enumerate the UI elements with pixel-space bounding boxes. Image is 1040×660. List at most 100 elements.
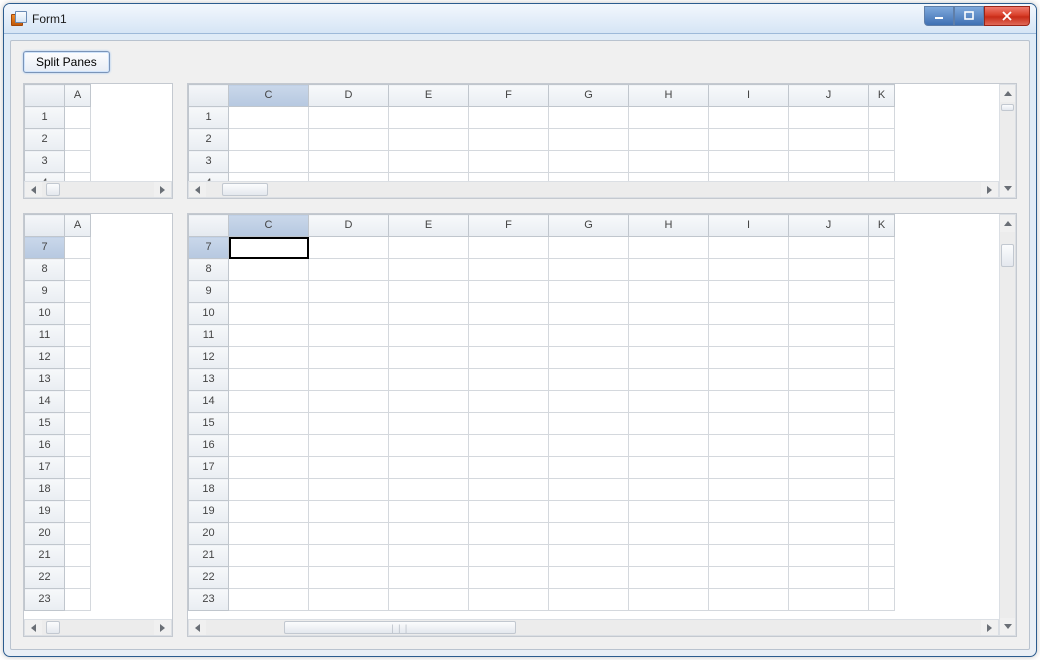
cell[interactable]: [549, 369, 629, 391]
cell[interactable]: [709, 347, 789, 369]
cell[interactable]: [549, 589, 629, 611]
cell[interactable]: [65, 129, 91, 151]
cell[interactable]: [65, 347, 91, 369]
cell[interactable]: [869, 479, 895, 501]
cell[interactable]: [65, 435, 91, 457]
cell[interactable]: [629, 303, 709, 325]
cell[interactable]: [789, 523, 869, 545]
cell[interactable]: [229, 325, 309, 347]
cell[interactable]: [869, 173, 895, 182]
row-header[interactable]: 3: [189, 151, 229, 173]
cell[interactable]: [629, 501, 709, 523]
cell[interactable]: [789, 303, 869, 325]
cell[interactable]: [709, 413, 789, 435]
row-header[interactable]: 9: [189, 281, 229, 303]
cell[interactable]: [549, 237, 629, 259]
cell[interactable]: [709, 129, 789, 151]
row-header[interactable]: 8: [189, 259, 229, 281]
scroll-h-track[interactable]: [42, 620, 154, 635]
row-header[interactable]: 12: [189, 347, 229, 369]
cell[interactable]: [709, 457, 789, 479]
cell[interactable]: [549, 391, 629, 413]
cell[interactable]: [789, 567, 869, 589]
cell[interactable]: [389, 589, 469, 611]
spreadsheet-grid[interactable]: A1234: [24, 84, 91, 181]
row-header[interactable]: 17: [25, 457, 65, 479]
cell[interactable]: [309, 567, 389, 589]
cell[interactable]: [309, 281, 389, 303]
scroll-h-thumb[interactable]: [46, 183, 59, 196]
column-header[interactable]: E: [389, 215, 469, 237]
cell[interactable]: [65, 501, 91, 523]
cell[interactable]: [469, 347, 549, 369]
cell[interactable]: [469, 589, 549, 611]
row-header[interactable]: 12: [25, 347, 65, 369]
scroll-v-thumb[interactable]: [1001, 104, 1014, 112]
cell[interactable]: [469, 501, 549, 523]
horizontal-scrollbar[interactable]: [24, 181, 172, 198]
cell[interactable]: [549, 567, 629, 589]
column-header[interactable]: K: [869, 215, 895, 237]
row-header[interactable]: 10: [25, 303, 65, 325]
cell[interactable]: [309, 413, 389, 435]
cell[interactable]: [789, 457, 869, 479]
column-header[interactable]: F: [469, 85, 549, 107]
cell[interactable]: [389, 325, 469, 347]
cell[interactable]: [229, 589, 309, 611]
cell[interactable]: [549, 259, 629, 281]
cell[interactable]: [709, 259, 789, 281]
cell[interactable]: [549, 325, 629, 347]
cell[interactable]: [229, 457, 309, 479]
cell[interactable]: [389, 501, 469, 523]
cell[interactable]: [629, 237, 709, 259]
row-header[interactable]: 7: [189, 237, 229, 259]
cell[interactable]: [309, 435, 389, 457]
cell[interactable]: [629, 523, 709, 545]
cell[interactable]: [65, 413, 91, 435]
cell[interactable]: [709, 523, 789, 545]
cell[interactable]: [309, 391, 389, 413]
row-header[interactable]: 4: [189, 173, 229, 182]
cell[interactable]: [389, 303, 469, 325]
cell[interactable]: [869, 369, 895, 391]
scroll-h-thumb[interactable]: [222, 183, 269, 196]
cell[interactable]: [229, 523, 309, 545]
cell[interactable]: [549, 545, 629, 567]
cell[interactable]: [309, 237, 389, 259]
cell[interactable]: [549, 501, 629, 523]
cell[interactable]: [65, 457, 91, 479]
cell[interactable]: [629, 173, 709, 182]
cell[interactable]: [469, 479, 549, 501]
maximize-button[interactable]: [954, 6, 984, 26]
cell[interactable]: [709, 501, 789, 523]
cell[interactable]: [629, 567, 709, 589]
cell[interactable]: [309, 523, 389, 545]
cell[interactable]: [65, 479, 91, 501]
cell[interactable]: [709, 325, 789, 347]
row-header[interactable]: 21: [25, 545, 65, 567]
cell[interactable]: [789, 413, 869, 435]
column-header[interactable]: H: [629, 215, 709, 237]
cell[interactable]: [469, 151, 549, 173]
titlebar[interactable]: Form1: [4, 4, 1036, 34]
cell[interactable]: [229, 369, 309, 391]
cell[interactable]: [389, 523, 469, 545]
cell[interactable]: [629, 107, 709, 129]
cell[interactable]: [789, 479, 869, 501]
scroll-h-track[interactable]: | | |: [206, 620, 981, 635]
spreadsheet-grid[interactable]: CDEFGHIJK1234: [188, 84, 895, 181]
cell[interactable]: [709, 173, 789, 182]
pane-bottom-right[interactable]: CDEFGHIJK7891011121314151617181920212223…: [187, 213, 1017, 637]
cell[interactable]: [629, 129, 709, 151]
cell[interactable]: [789, 151, 869, 173]
cell[interactable]: [229, 567, 309, 589]
cell[interactable]: [229, 413, 309, 435]
row-header[interactable]: 16: [25, 435, 65, 457]
cell[interactable]: [709, 391, 789, 413]
cell[interactable]: [629, 457, 709, 479]
cell[interactable]: [869, 523, 895, 545]
spreadsheet-grid[interactable]: CDEFGHIJK7891011121314151617181920212223: [188, 214, 895, 611]
cell[interactable]: [549, 457, 629, 479]
vertical-scrollbar[interactable]: [999, 84, 1016, 198]
cell[interactable]: [309, 501, 389, 523]
